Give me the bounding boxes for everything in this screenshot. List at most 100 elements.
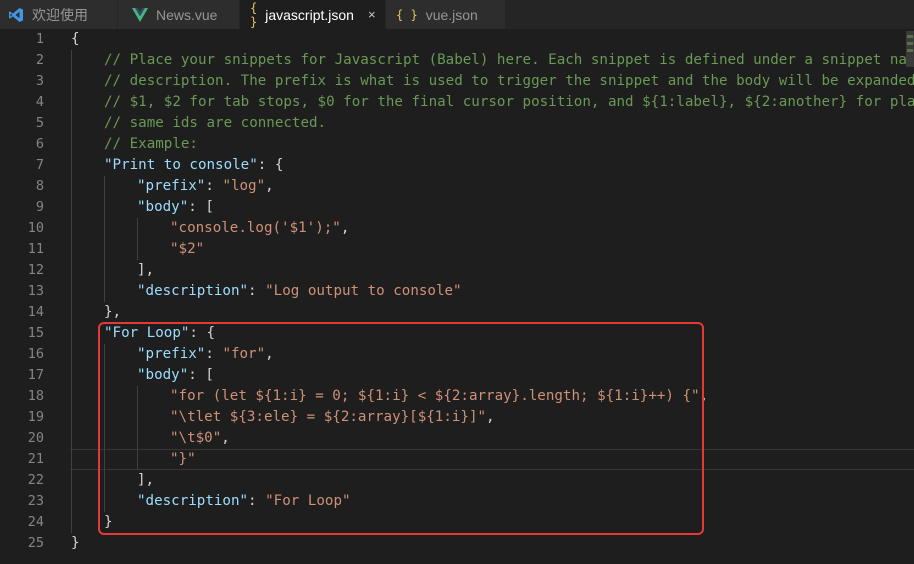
indent-guide: [104, 239, 105, 260]
code-line[interactable]: 24}: [0, 512, 914, 533]
code-token: "Log output to console": [265, 283, 462, 299]
code-token: "for": [222, 346, 266, 362]
code-editor[interactable]: 1{2// Place your snippets for Javascript…: [0, 29, 914, 564]
indent-guide: [71, 50, 72, 71]
tab-javascript-json[interactable]: { } javascript.json ×: [240, 0, 386, 29]
line-number: 15: [27, 325, 44, 341]
line-number: 10: [27, 220, 44, 236]
code-token: "prefix": [137, 178, 206, 194]
indent-guide: [104, 407, 105, 428]
indent-guide: [71, 470, 72, 491]
code-token: "for (let ${1:i} = 0; ${1:i} < ${2:array…: [170, 388, 700, 404]
code-line[interactable]: 16 "prefix": "for",: [0, 344, 914, 365]
tab-welcome[interactable]: 欢迎使用: [0, 0, 118, 29]
code-token: ,: [221, 430, 230, 446]
code-line[interactable]: 22],: [0, 470, 914, 491]
code-line[interactable]: 12],: [0, 260, 914, 281]
indent-guide: [71, 134, 72, 155]
line-number: 20: [27, 430, 44, 446]
close-icon[interactable]: ×: [368, 7, 376, 22]
line-number: 13: [27, 283, 44, 299]
line-number: 8: [35, 178, 44, 194]
code-line[interactable]: 13 "description": "Log output to console": [0, 281, 914, 302]
indent-guide: [71, 428, 72, 449]
indent-guide: [71, 386, 72, 407]
indent-guide: [137, 407, 138, 428]
code-line[interactable]: 1{: [0, 29, 914, 50]
code-line[interactable]: 11 "$2": [0, 239, 914, 260]
code-text: // description. The prefix is what is us…: [104, 71, 914, 92]
tab-label: 欢迎使用: [32, 6, 88, 23]
code-token: // Example:: [104, 136, 198, 152]
indent-guide: [71, 113, 72, 134]
code-text: "description": "For Loop": [137, 491, 351, 512]
tab-label: vue.json: [425, 6, 478, 23]
code-token: ],: [137, 262, 155, 278]
code-line[interactable]: 4 // $1, $2 for tab stops, $0 for the fin…: [0, 92, 914, 113]
line-number: 9: [35, 199, 44, 215]
code-text: ],: [137, 470, 154, 491]
indent-guide: [137, 386, 138, 407]
indent-guide: [71, 449, 72, 470]
code-token: }: [71, 535, 80, 551]
indent-guide: [104, 386, 105, 407]
code-line[interactable]: 15 "For Loop": {: [0, 323, 914, 344]
code-text: }: [71, 533, 80, 554]
code-text: "\t$0",: [170, 428, 230, 449]
code-line[interactable]: 8 "prefix": "log",: [0, 176, 914, 197]
line-number: 16: [27, 346, 44, 362]
code-token: "}": [170, 451, 196, 467]
code-token: },: [104, 304, 122, 320]
code-line[interactable]: 6 // Example:: [0, 134, 914, 155]
minimap[interactable]: [906, 31, 914, 67]
code-token: ,: [486, 409, 495, 425]
code-token: "\t$0": [170, 430, 222, 446]
code-text: "}": [170, 449, 196, 470]
code-token: "\tlet ${3:ele} = ${2:array}[${1:i}]": [170, 409, 487, 425]
code-line[interactable]: 14},: [0, 302, 914, 323]
code-line[interactable]: 17 "body": [: [0, 365, 914, 386]
code-line[interactable]: 3 // description. The prefix is what is u…: [0, 71, 914, 92]
code-line[interactable]: 21 "}": [0, 449, 914, 470]
code-line[interactable]: 2 // Place your snippets for Javascript (…: [0, 50, 914, 71]
tab-news-vue[interactable]: News.vue: [118, 0, 240, 29]
code-token: ,: [699, 388, 709, 404]
code-line[interactable]: 10 "console.log('$1');",: [0, 218, 914, 239]
code-line[interactable]: 20 "\t$0",: [0, 428, 914, 449]
indent-guide: [104, 218, 105, 239]
line-number: 18: [27, 388, 44, 404]
code-token: // same ids are connected.: [104, 115, 327, 131]
indent-guide: [71, 155, 72, 176]
code-token: "body": [137, 367, 189, 383]
code-line[interactable]: 9 "body": [: [0, 197, 914, 218]
code-line[interactable]: 7 "Print to console": {: [0, 155, 914, 176]
code-text: "description": "Log output to console": [137, 281, 462, 302]
tab-vue-json[interactable]: { } vue.json: [386, 0, 506, 29]
line-number: 21: [27, 451, 44, 467]
code-line[interactable]: 25}: [0, 533, 914, 554]
indent-guide: [71, 239, 72, 260]
code-token: ,: [265, 346, 274, 362]
code-line[interactable]: 18 "for (let ${1:i} = 0; ${1:i} < ${2:arr…: [0, 386, 914, 407]
indent-guide: [137, 239, 138, 260]
code-token: {: [71, 31, 80, 47]
code-token: "$2": [170, 241, 205, 257]
code-token: ,: [265, 178, 274, 194]
code-text: "$2": [170, 239, 204, 260]
indent-guide: [104, 449, 105, 470]
line-number: 22: [27, 472, 44, 488]
code-text: "console.log('$1');",: [170, 218, 349, 239]
line-number: 7: [35, 157, 44, 173]
code-token: :: [248, 493, 266, 509]
line-number: 3: [35, 73, 44, 89]
code-token: "prefix": [137, 346, 206, 362]
code-text: // Example:: [104, 134, 198, 155]
code-token: "body": [137, 199, 189, 215]
indent-guide: [71, 365, 72, 386]
code-text: "\tlet ${3:ele} = ${2:array}[${1:i}]",: [170, 407, 495, 428]
indent-guide: [71, 218, 72, 239]
indent-guide: [71, 407, 72, 428]
code-line[interactable]: 5 // same ids are connected.: [0, 113, 914, 134]
code-line[interactable]: 19 "\tlet ${3:ele} = ${2:array}[${1:i}]",: [0, 407, 914, 428]
code-line[interactable]: 23 "description": "For Loop": [0, 491, 914, 512]
